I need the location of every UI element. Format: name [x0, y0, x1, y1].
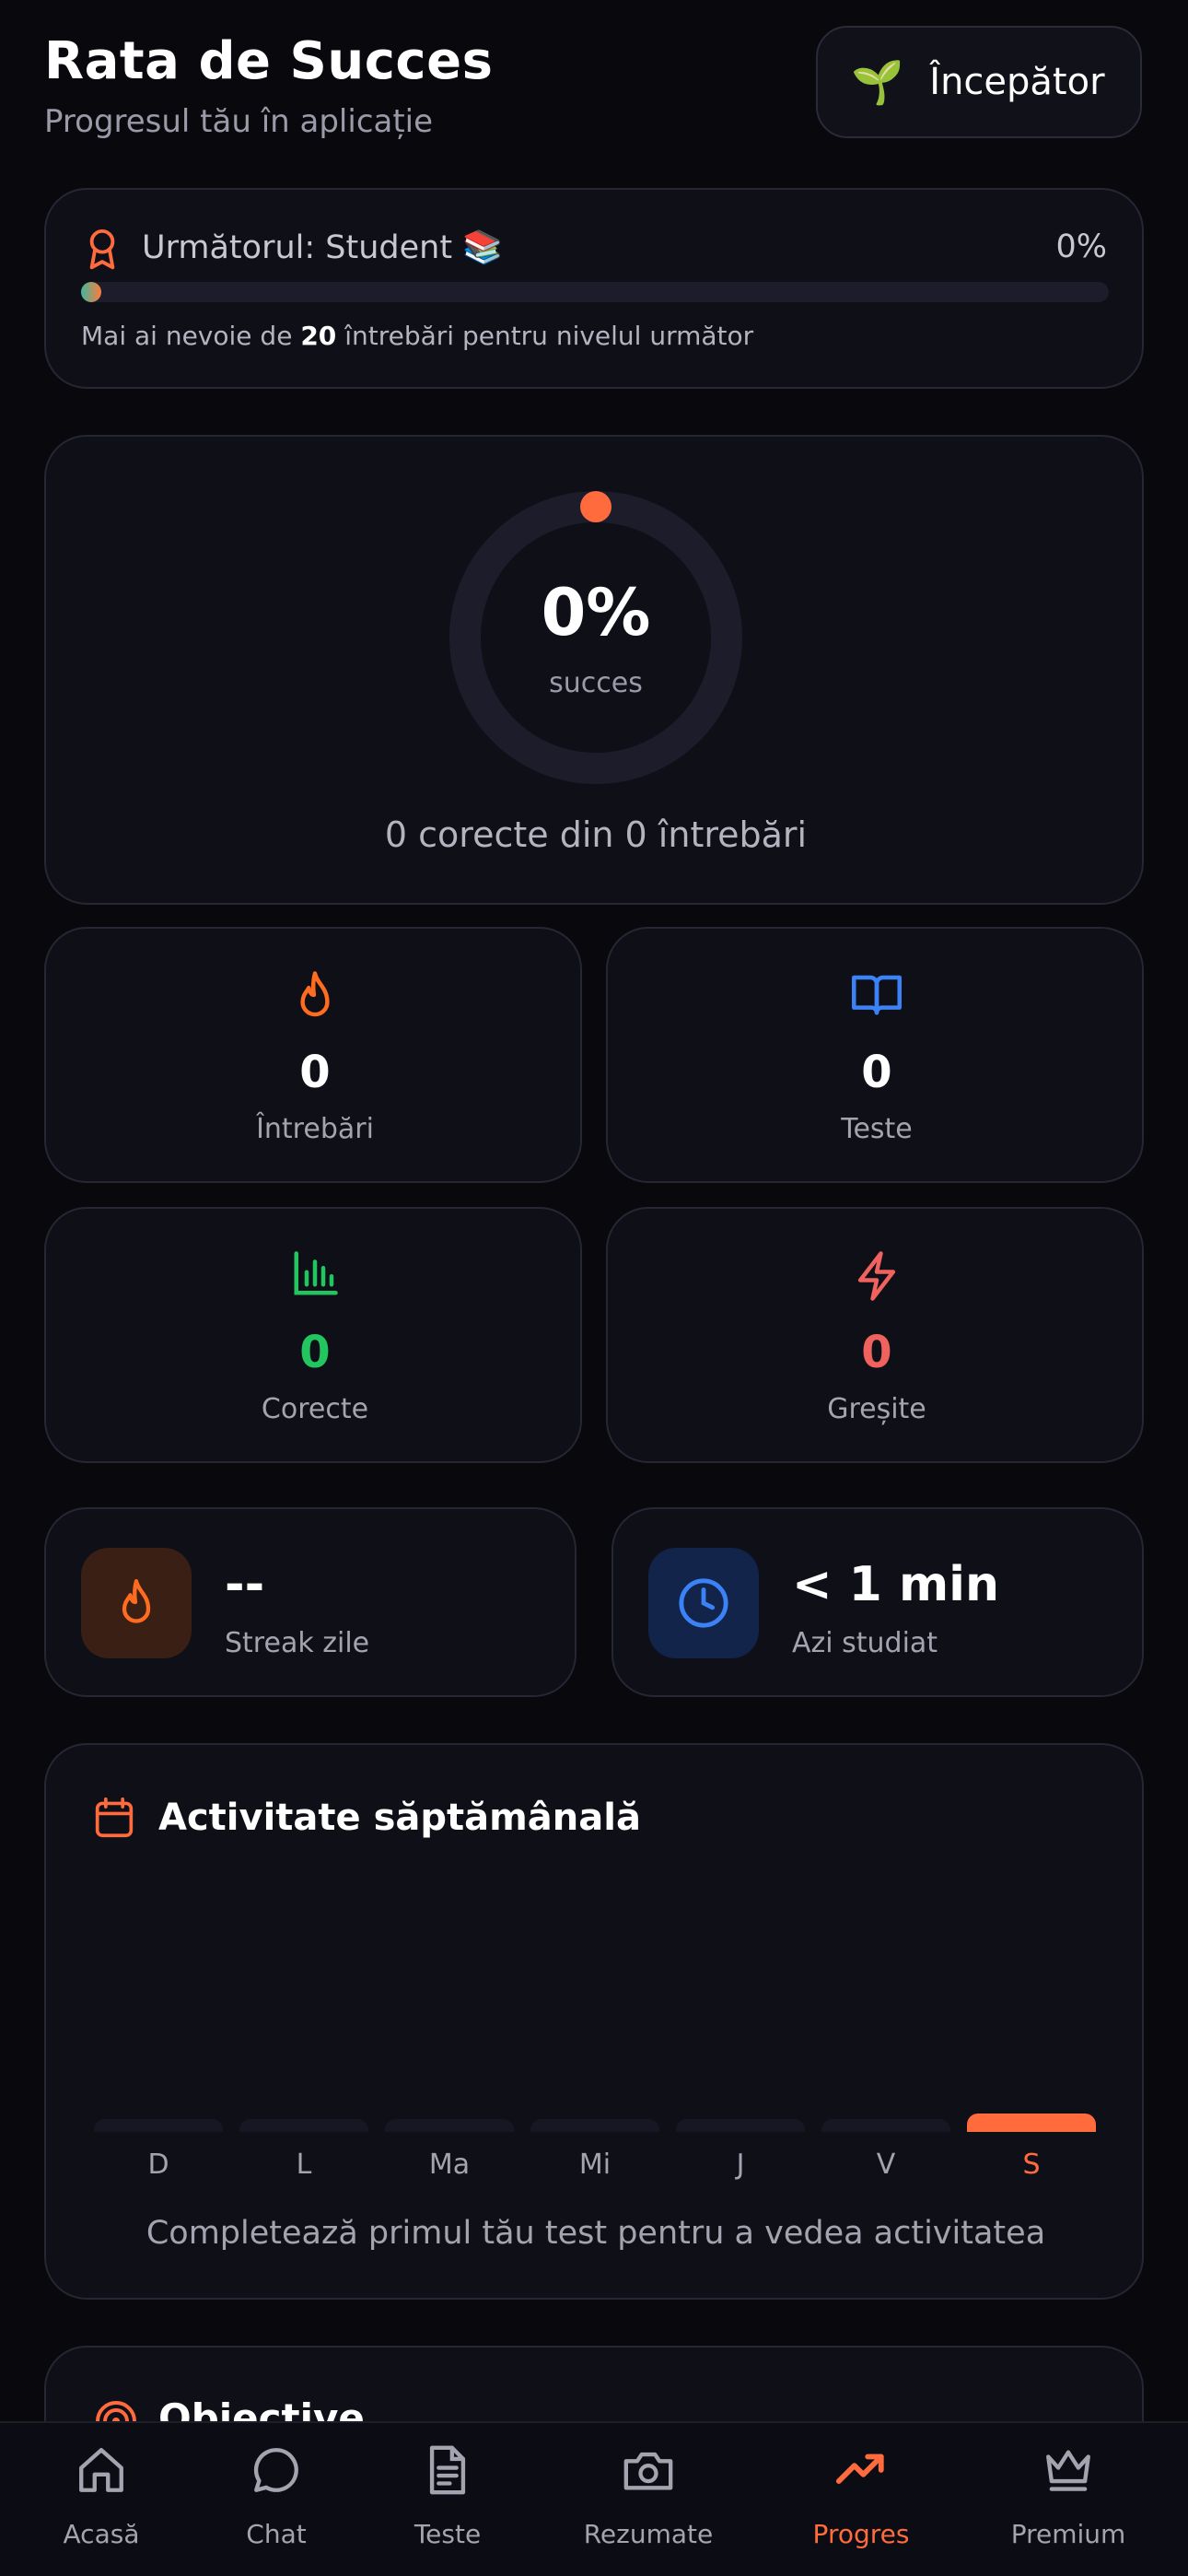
weekly-activity-title: Activitate săptămânală [158, 1797, 641, 1839]
flame-icon [122, 1578, 151, 1623]
weekly-bar [676, 2119, 805, 2132]
next-level-label: Următorul: Student 📚 [142, 229, 503, 266]
stat-card-correct: 0 Corecte [44, 1207, 582, 1463]
level-label: Începător [929, 61, 1105, 103]
nav-label: Teste [413, 2519, 482, 2549]
success-percent: 0% [541, 575, 651, 650]
calendar-icon [95, 1797, 134, 1838]
progress-screen: Rata de Succes Progresul tău în aplicați… [0, 0, 1188, 2576]
stat-label: Corecte [261, 1393, 369, 1425]
streak-icon-box [81, 1548, 192, 1658]
next-level-hint: Mai ai nevoie de 20 întrebări pentru niv… [81, 321, 754, 351]
lightning-icon [857, 1251, 896, 1301]
bar-chart-icon [294, 1251, 338, 1295]
stat-label: Teste [841, 1113, 913, 1145]
sprout-icon: 🌱 [851, 57, 904, 107]
next-level-progress-bar [81, 282, 1109, 302]
study-time-card: < 1 min Azi studiat [611, 1507, 1144, 1697]
streak-card: -- Streak zile [44, 1507, 577, 1697]
weekly-bar [239, 2119, 368, 2132]
level-badge-button[interactable]: 🌱 Începător [816, 26, 1142, 138]
weekly-day-label: V [876, 2149, 896, 2181]
weekly-bar [821, 2119, 950, 2132]
nav-item-premium[interactable]: Premium [985, 2423, 1151, 2576]
streak-value: -- [225, 1557, 265, 1612]
weekly-day-label: Mi [578, 2149, 611, 2181]
nav-item-acasa[interactable]: Acasă [18, 2423, 184, 2576]
stat-value: 0 [299, 1047, 331, 1098]
flame-icon [300, 971, 330, 1017]
weekly-bar [385, 2119, 514, 2132]
award-icon [89, 228, 115, 270]
weekly-day-label: Ma [428, 2149, 471, 2181]
nav-item-progres[interactable]: Progres [778, 2423, 944, 2576]
next-level-progress-fill [81, 282, 101, 302]
next-level-card: Următorul: Student 📚 0% Mai ai nevoie de… [44, 188, 1144, 389]
nav-label: Rezumate [583, 2519, 714, 2549]
success-rate-card: 0% succes 0 corecte din 0 întrebări [44, 435, 1144, 905]
weekly-bar [94, 2119, 223, 2132]
nav-label: Acasă [63, 2519, 140, 2549]
stat-label: Întrebări [256, 1113, 374, 1145]
success-sub-label: succes [549, 667, 643, 699]
book-open-icon [852, 975, 902, 1015]
weekly-activity-caption: Completează primul tău test pentru a ved… [146, 2215, 1046, 2252]
success-ring-indicator [580, 491, 611, 522]
study-time-value: < 1 min [792, 1557, 999, 1612]
study-time-label: Azi studiat [792, 1627, 938, 1659]
bottom-navigation: Acasă Chat Teste Rezumate Progres Premiu… [0, 2421, 1188, 2576]
chat-icon [253, 2448, 298, 2492]
trending-up-icon [835, 2453, 884, 2484]
nav-item-chat[interactable]: Chat [193, 2423, 359, 2576]
clock-icon-box [648, 1548, 759, 1658]
stat-card-wrong: 0 Greșite [606, 1207, 1144, 1463]
nav-item-teste[interactable]: Teste [365, 2423, 530, 2576]
nav-label: Chat [246, 2519, 307, 2549]
weekly-bars [94, 2095, 1100, 2132]
stat-label: Greșite [827, 1393, 926, 1425]
nav-label: Premium [1010, 2519, 1126, 2549]
weekly-day-label: S [1022, 2149, 1041, 2181]
home-icon [79, 2448, 123, 2492]
streak-label: Streak zile [225, 1627, 370, 1659]
stat-value: 0 [861, 1047, 892, 1098]
stat-card-questions: 0 Întrebări [44, 927, 582, 1183]
nav-label: Progres [812, 2519, 910, 2549]
success-caption: 0 corecte din 0 întrebări [384, 814, 808, 855]
page-subtitle: Progresul tău în aplicație [44, 103, 434, 140]
nav-item-rezumate[interactable]: Rezumate [565, 2423, 731, 2576]
stat-value: 0 [299, 1327, 331, 1378]
page-title: Rata de Succes [44, 31, 494, 91]
next-level-percent: 0% [1055, 228, 1107, 265]
weekly-activity-card: Activitate săptămânală D L Ma Mi J V S Complet… [44, 1743, 1144, 2300]
weekly-day-label: J [736, 2149, 745, 2181]
weekly-day-label: D [147, 2149, 169, 2181]
crown-icon [1046, 2450, 1090, 2491]
weekly-bar [967, 2113, 1096, 2132]
camera-icon [623, 2452, 673, 2490]
questions-needed-count: 20 [300, 321, 337, 351]
weekly-bar [530, 2119, 659, 2132]
weekly-day-label: L [296, 2149, 312, 2181]
stat-card-tests: 0 Teste [606, 927, 1144, 1183]
document-icon [429, 2445, 466, 2495]
stat-value: 0 [861, 1327, 892, 1378]
clock-icon [679, 1578, 728, 1628]
